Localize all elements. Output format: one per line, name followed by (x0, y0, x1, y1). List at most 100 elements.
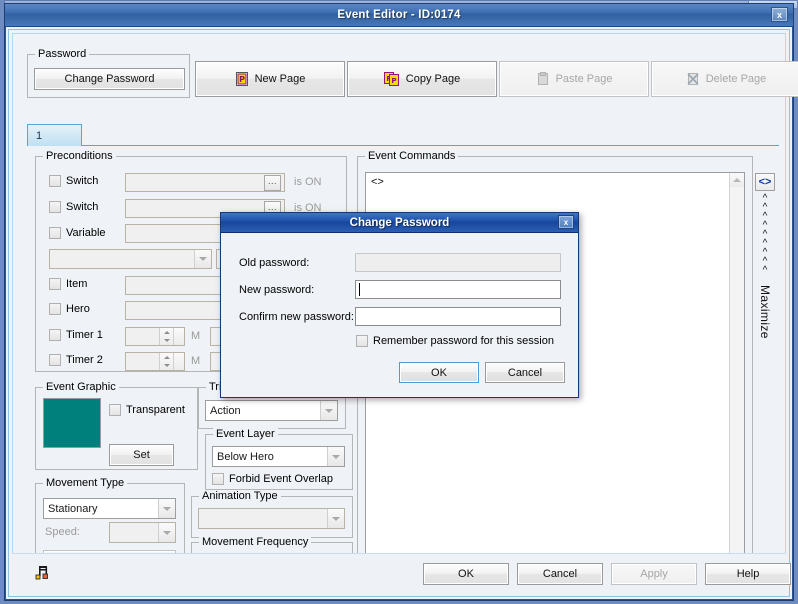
switch1-label: Switch (66, 175, 98, 187)
close-icon[interactable]: x (771, 7, 788, 22)
switch1-suffix: is ON (294, 176, 322, 188)
expand-panel-icon[interactable]: <> (755, 173, 775, 191)
timer1-unit-label: M (191, 330, 200, 342)
timer1-minutes-spin-buttons[interactable] (159, 328, 173, 345)
switch2-label: Switch (66, 201, 98, 213)
precondition-timer2-checkbox-row[interactable]: Timer 2 (49, 354, 103, 366)
transparent-label: Transparent (126, 404, 185, 416)
apply-button[interactable]: Apply (611, 563, 697, 585)
delete-page-label: Delete Page (706, 73, 767, 85)
paste-page-label: Paste Page (556, 73, 613, 85)
dialog-ok-button[interactable]: OK (399, 362, 479, 383)
chevron-down-icon[interactable] (327, 447, 344, 466)
window-titlebar: Event Editor - ID:0174 x (5, 4, 793, 27)
precondition-timer1-checkbox-row[interactable]: Timer 1 (49, 329, 103, 341)
tab-page-1[interactable]: 1 (27, 124, 82, 146)
event-graphic-set-button[interactable]: Set (109, 444, 174, 466)
transparent-checkbox-row[interactable]: Transparent (109, 404, 185, 416)
dialog-cancel-button[interactable]: Cancel (485, 362, 565, 383)
switch1-input[interactable]: ⋯ (125, 173, 285, 192)
event-graphic-preview[interactable] (43, 398, 101, 448)
chevron-up-icon: ^ (763, 266, 768, 275)
event-layer-value: Below Hero (217, 451, 274, 463)
chevron-down-icon[interactable] (327, 509, 344, 528)
delete-page-button[interactable]: Delete Page (651, 61, 798, 97)
copy-page-button[interactable]: P P Copy Page (347, 61, 497, 97)
window-title: Event Editor - ID:0174 (337, 9, 460, 21)
timer1-minutes-spinner[interactable] (125, 327, 185, 346)
remember-password-checkbox[interactable] (356, 335, 368, 347)
movement-type-value: Stationary (48, 503, 98, 515)
switch1-checkbox[interactable] (49, 175, 61, 187)
speed-combo[interactable] (109, 522, 176, 543)
music-note-icon[interactable] (34, 565, 50, 583)
movement-frequency-legend: Movement Frequency (199, 536, 311, 548)
change-password-title: Change Password (350, 217, 450, 229)
timer2-checkbox[interactable] (49, 354, 61, 366)
change-password-body: Old password: New password: Confirm new … (223, 234, 576, 395)
svg-text:P: P (391, 77, 396, 85)
paste-page-icon (536, 72, 550, 86)
timer1-minutes-extra[interactable] (173, 328, 184, 345)
hero-label: Hero (66, 303, 90, 315)
old-password-label: Old password: (239, 257, 309, 269)
forbid-event-overlap-label: Forbid Event Overlap (229, 473, 333, 485)
confirm-password-field[interactable] (355, 307, 561, 326)
new-password-label: New password: (239, 284, 314, 296)
transparent-checkbox[interactable] (109, 404, 121, 416)
paste-page-button[interactable]: Paste Page (499, 61, 649, 97)
precondition-hero-checkbox-row[interactable]: Hero (49, 303, 90, 315)
movement-type-combo[interactable]: Stationary (43, 498, 176, 519)
speed-label: Speed: (45, 526, 80, 538)
precondition-variable-checkbox-row[interactable]: Variable (49, 227, 106, 239)
new-password-field[interactable] (355, 280, 561, 299)
scroll-up-icon[interactable] (730, 173, 744, 187)
tabstrip-underline (82, 145, 779, 146)
timer2-label: Timer 2 (66, 354, 103, 366)
chevron-down-icon[interactable] (194, 250, 211, 268)
new-page-label: New Page (255, 73, 306, 85)
copy-page-icon: P P (384, 72, 400, 86)
close-icon[interactable]: x (558, 215, 574, 229)
new-page-button[interactable]: P New Page (195, 61, 345, 97)
remember-password-checkbox-row[interactable]: Remember password for this session (356, 335, 554, 347)
chevron-down-icon[interactable] (158, 499, 175, 518)
ok-button[interactable]: OK (423, 563, 509, 585)
timer2-minutes-spinner[interactable] (125, 352, 185, 371)
old-password-field[interactable] (355, 253, 561, 272)
chevron-down-icon[interactable] (158, 523, 175, 542)
forbid-overlap-checkbox-row[interactable]: Forbid Event Overlap (212, 473, 333, 485)
page-tabstrip: 1 (27, 124, 779, 146)
event-commands-legend: Event Commands (365, 150, 458, 162)
forbid-event-overlap-checkbox[interactable] (212, 473, 224, 485)
variable-compare-operator-combo[interactable] (49, 249, 212, 269)
timer2-minutes-spin-buttons[interactable] (159, 353, 173, 370)
trigger-combo[interactable]: Action (205, 400, 338, 421)
variable-label: Variable (66, 227, 106, 239)
animation-type-combo[interactable] (198, 508, 345, 529)
precondition-item-checkbox-row[interactable]: Item (49, 278, 87, 290)
item-checkbox[interactable] (49, 278, 61, 290)
animation-type-legend: Animation Type (199, 490, 281, 502)
precondition-switch2-checkbox-row[interactable]: Switch (49, 201, 98, 213)
change-password-button[interactable]: Change Password (34, 68, 185, 90)
preconditions-legend: Preconditions (43, 150, 116, 162)
password-group-legend: Password (35, 48, 89, 60)
switch1-browse-icon[interactable]: ⋯ (264, 175, 281, 191)
timer2-minutes-extra[interactable] (173, 353, 184, 370)
switch2-checkbox[interactable] (49, 201, 61, 213)
event-layer-combo[interactable]: Below Hero (212, 446, 345, 467)
event-command-entry[interactable]: <> (371, 176, 384, 188)
svg-text:P: P (239, 75, 245, 84)
hero-checkbox[interactable] (49, 303, 61, 315)
chevron-down-icon[interactable] (320, 401, 337, 420)
cancel-button[interactable]: Cancel (517, 563, 603, 585)
variable-checkbox[interactable] (49, 227, 61, 239)
footer-divider (12, 553, 786, 554)
timer1-checkbox[interactable] (49, 329, 61, 341)
maximize-label[interactable]: Maximize (758, 285, 772, 339)
change-password-dialog: Change Password x Old password: New pass… (220, 212, 579, 398)
event-commands-scrollbar[interactable] (729, 173, 744, 571)
precondition-switch1-checkbox-row[interactable]: Switch (49, 175, 98, 187)
help-button[interactable]: Help (705, 563, 791, 585)
